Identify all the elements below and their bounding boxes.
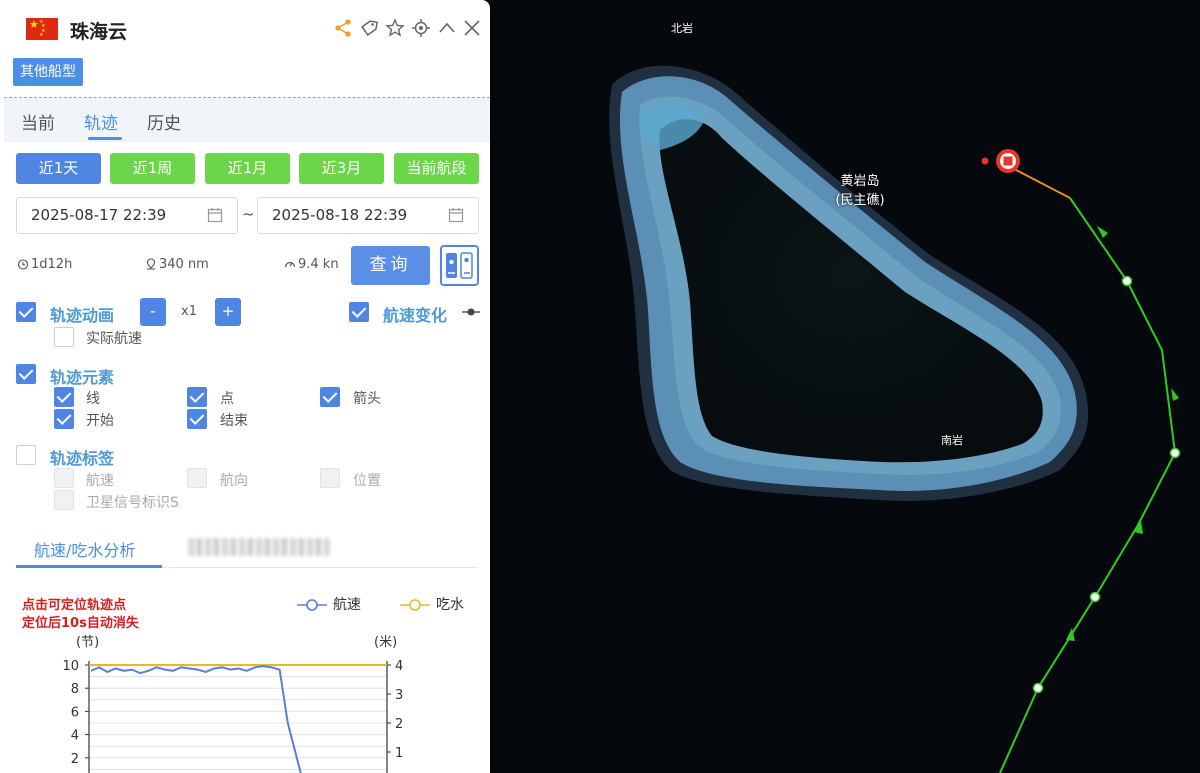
element-arrow-checkbox[interactable]: [320, 387, 340, 407]
track-point: [1089, 591, 1101, 603]
track-animation-label: 轨迹动画: [50, 306, 115, 325]
speed-decrease-button[interactable]: -: [140, 298, 166, 326]
close-icon[interactable]: [462, 18, 482, 38]
speed-change-checkbox[interactable]: [349, 302, 369, 322]
right-tick-label: 3: [395, 688, 403, 703]
route-icon: [446, 252, 473, 279]
speed-multiplier: x1: [181, 304, 197, 319]
speed-increase-button[interactable]: +: [215, 298, 241, 326]
track-point: [1169, 447, 1181, 459]
tag-icon[interactable]: [359, 18, 379, 38]
locate-icon[interactable]: [411, 18, 431, 38]
star-icon[interactable]: [385, 18, 405, 38]
date-separator: ~: [242, 205, 255, 223]
collapse-icon[interactable]: [437, 18, 457, 38]
right-tick-label: 2: [395, 717, 403, 732]
label-heading-label: 航向: [220, 473, 248, 489]
range-current-leg-button[interactable]: 当前航段: [394, 153, 479, 184]
share-icon[interactable]: [333, 18, 353, 38]
speed-change-label: 航速变化: [383, 306, 448, 325]
left-tick-label: 4: [71, 729, 79, 744]
ship-info-panel: ★ ★ ★ ★ ★ 珠海云 其他船型 当前 轨迹 历史 近1天 近1周 近1月 …: [0, 0, 490, 773]
china-flag-icon: ★ ★ ★ ★ ★: [26, 18, 58, 40]
range-1-month-button[interactable]: 近1月: [205, 153, 290, 184]
label-position-checkbox[interactable]: [320, 468, 340, 488]
label-satellite-checkbox[interactable]: [54, 490, 74, 510]
element-start-label: 开始: [86, 413, 114, 429]
island-name: 黄岩岛: [840, 174, 880, 189]
element-point-checkbox[interactable]: [187, 387, 207, 407]
subtab-active-indicator: [16, 565, 162, 568]
tab-current[interactable]: 当前: [21, 109, 55, 134]
actual-speed-checkbox[interactable]: [54, 327, 74, 347]
panel-tabs: 当前 轨迹 历史: [4, 98, 490, 142]
track-point: [1121, 275, 1133, 287]
analysis-tabs: 航速/吃水分析: [16, 528, 478, 568]
track-labels-checkbox[interactable]: [16, 445, 36, 465]
label-satellite-label: 卫星信号标识S: [86, 495, 179, 511]
element-start-checkbox[interactable]: [54, 409, 74, 429]
label-position-label: 位置: [353, 473, 381, 489]
track-point: [1032, 682, 1044, 694]
element-point-label: 点: [220, 391, 234, 407]
start-date-field[interactable]: 2025-08-17 22:39: [16, 197, 238, 234]
speed-value: 9.4 kn: [298, 257, 339, 272]
element-end-label: 结束: [220, 413, 248, 429]
track-labels-label: 轨迹标签: [50, 449, 115, 468]
range-3-month-button[interactable]: 近3月: [299, 153, 384, 184]
calendar-icon[interactable]: [207, 207, 223, 223]
location-pin-icon: [146, 258, 156, 270]
actual-speed-label: 实际航速: [86, 331, 142, 347]
element-line-label: 线: [86, 391, 100, 407]
label-speed-label: 航速: [86, 473, 114, 489]
speed-change-legend-icon: [462, 308, 480, 316]
end-date-value: 2025-08-18 22:39: [272, 206, 408, 224]
left-tick-label: 6: [71, 705, 79, 720]
left-tick-label: 8: [71, 682, 79, 697]
chart-plot[interactable]: 10 8 6 4 2 4 3 2 1: [16, 569, 478, 773]
query-button[interactable]: 查询: [351, 246, 430, 285]
tab-track[interactable]: 轨迹: [84, 109, 118, 134]
track-elements-label: 轨迹元素: [50, 368, 115, 387]
map-label-island: 黄岩岛 (民主礁): [822, 172, 898, 210]
element-end-checkbox[interactable]: [187, 409, 207, 429]
duration-value: 1d12h: [31, 257, 73, 272]
duration-stat: 1d12h: [17, 257, 72, 272]
panel-header: ★ ★ ★ ★ ★ 珠海云: [0, 0, 490, 56]
right-tick-label: 4: [395, 659, 403, 674]
element-line-checkbox[interactable]: [54, 387, 74, 407]
left-tick-label: 2: [71, 752, 79, 767]
alarm-clock-icon: [17, 259, 29, 270]
tab-active-indicator: [88, 137, 122, 140]
range-1-week-button[interactable]: 近1周: [110, 153, 195, 184]
island-alt-name: (民主礁): [835, 193, 885, 208]
ship-type-button[interactable]: 其他船型: [13, 58, 83, 86]
tab-history[interactable]: 历史: [147, 109, 181, 134]
map-label-north-rock: 北岩: [671, 22, 693, 35]
tab-blurred[interactable]: [188, 538, 330, 556]
distance-value: 340 nm: [159, 257, 209, 272]
speed-stat: 9.4 kn: [284, 257, 339, 272]
right-tick-label: 1: [395, 746, 403, 761]
speedometer-icon: [284, 261, 296, 268]
track-animation-checkbox[interactable]: [16, 302, 36, 322]
calendar-icon[interactable]: [448, 207, 464, 223]
series-speed-line: [90, 665, 302, 773]
tab-speed-draft-analysis[interactable]: 航速/吃水分析: [34, 537, 135, 561]
map-label-south-rock: 南岩: [941, 434, 963, 447]
left-tick-label: 10: [62, 659, 79, 674]
distance-stat: 340 nm: [145, 257, 209, 272]
range-1-day-button[interactable]: 近1天: [16, 153, 101, 184]
track-route-button[interactable]: [440, 245, 479, 286]
element-arrow-label: 箭头: [353, 391, 381, 407]
start-date-value: 2025-08-17 22:39: [31, 206, 167, 224]
speed-draft-chart[interactable]: 点击可定位轨迹点 定位后10s自动消失 航速 吃水 (节) (米) 10 8 6 4 2…: [16, 569, 478, 773]
track-elements-checkbox[interactable]: [16, 364, 36, 384]
ship-name: 珠海云: [70, 21, 128, 43]
end-date-field[interactable]: 2025-08-18 22:39: [257, 197, 479, 234]
label-speed-checkbox[interactable]: [54, 468, 74, 488]
label-heading-checkbox[interactable]: [187, 468, 207, 488]
